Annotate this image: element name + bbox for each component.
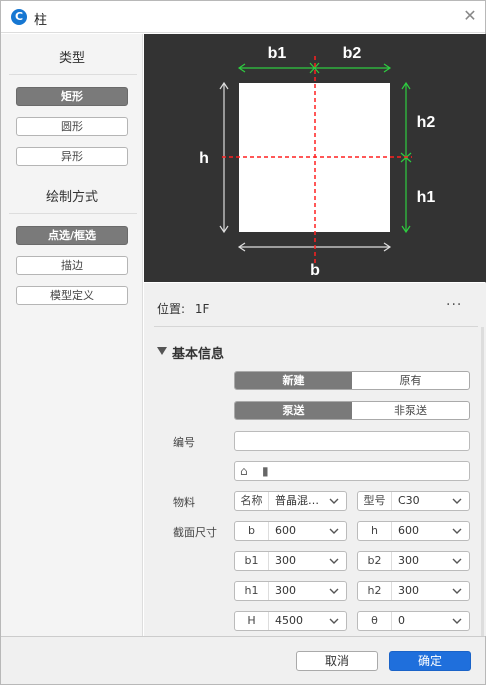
type-irregular-button[interactable]: 异形 [16, 147, 128, 166]
chevron-down-icon [452, 618, 462, 624]
dim-key: θ [358, 612, 392, 630]
dialog-footer: 取消 确定 [1, 636, 485, 684]
dim-key: b [235, 522, 269, 540]
dim-value: 300 [398, 584, 419, 597]
chevron-down-icon [452, 498, 462, 504]
dim-angle-select[interactable]: θ 0 [357, 611, 470, 631]
draw-trace-button[interactable]: 描边 [16, 256, 128, 275]
draw-model-button[interactable]: 模型定义 [16, 286, 128, 305]
dim-key: H [235, 612, 269, 630]
dim-value: 0 [398, 614, 405, 627]
title-bar: C 柱 ✕ [1, 1, 485, 33]
home-icon[interactable]: ⌂ [240, 464, 248, 478]
section-size-label: 截面尺寸 [173, 526, 217, 539]
divider [9, 213, 137, 214]
code-label: 编号 [173, 436, 195, 449]
position-label: 位置: [157, 302, 186, 316]
more-options-icon[interactable]: ··· [446, 297, 462, 313]
chevron-down-icon [329, 558, 339, 564]
dim-value: 300 [275, 584, 296, 597]
tool-icons-field: ⌂ ▮ [234, 461, 470, 481]
position-value: 1F [194, 302, 210, 316]
type-circle-button[interactable]: 圆形 [16, 117, 128, 136]
section-diagram: b1 b2 h2 h1 h b [199, 45, 436, 279]
paint-brush-icon[interactable]: ▮ [262, 464, 269, 478]
label-b2: b2 [343, 45, 362, 62]
model-value: C30 [398, 494, 420, 507]
chevron-down-icon [452, 588, 462, 594]
confirm-button[interactable]: 确定 [389, 651, 471, 671]
dim-key: h [358, 522, 392, 540]
properties-panel: 位置: 1F ··· 基本信息 新建 原有 泵送 非泵送 编号 ⌂ ▮ 物料 名… [144, 283, 486, 636]
pump-toggle: 泵送 非泵送 [234, 401, 470, 420]
collapse-triangle-icon[interactable] [157, 347, 167, 355]
type-heading: 类型 [58, 51, 85, 66]
dim-value: 600 [275, 524, 296, 537]
dim-b2-select[interactable]: b2 300 [357, 551, 470, 571]
app-logo-icon: C [11, 9, 27, 25]
type-rect-button[interactable]: 矩形 [16, 87, 128, 106]
chevron-down-icon [329, 588, 339, 594]
position-row: 位置: 1F [157, 300, 209, 317]
dim-value: 300 [398, 554, 419, 567]
scrollbar[interactable] [481, 327, 484, 636]
window-title: 柱 [34, 13, 48, 28]
basic-info-heading: 基本信息 [172, 347, 225, 362]
divider [154, 326, 478, 327]
chevron-down-icon [329, 528, 339, 534]
chevron-down-icon [329, 498, 339, 504]
option-non-pumped[interactable]: 非泵送 [352, 402, 469, 419]
dim-h2-select[interactable]: h2 300 [357, 581, 470, 601]
dim-value: 4500 [275, 614, 303, 627]
section-preview: b1 b2 h2 h1 h b [144, 34, 486, 282]
column-dialog: C 柱 ✕ 类型 矩形 圆形 异形 绘制方式 点选/框选 描边 模型定义 b1 … [0, 0, 486, 685]
material-model-select[interactable]: 型号 C30 [357, 491, 470, 511]
material-label: 物料 [173, 496, 195, 509]
close-icon[interactable]: ✕ [462, 7, 478, 25]
model-key: 型号 [358, 492, 392, 510]
dim-key: b2 [358, 552, 392, 570]
name-value: 普晶混… [275, 494, 319, 507]
divider [9, 74, 137, 75]
name-key: 名称 [235, 492, 269, 510]
chevron-down-icon [452, 528, 462, 534]
chevron-down-icon [452, 558, 462, 564]
dim-value: 600 [398, 524, 419, 537]
label-b: b [310, 262, 320, 279]
dim-h1-select[interactable]: h1 300 [234, 581, 347, 601]
dim-key: b1 [235, 552, 269, 570]
dim-b-select[interactable]: b 600 [234, 521, 347, 541]
label-b1: b1 [268, 45, 287, 62]
material-name-select[interactable]: 名称 普晶混… [234, 491, 347, 511]
option-existing[interactable]: 原有 [352, 372, 469, 389]
dim-b1-select[interactable]: b1 300 [234, 551, 347, 571]
code-input[interactable] [234, 431, 470, 451]
cancel-button[interactable]: 取消 [296, 651, 378, 671]
chevron-down-icon [329, 618, 339, 624]
draw-select-button[interactable]: 点选/框选 [16, 226, 128, 245]
option-new[interactable]: 新建 [235, 372, 352, 389]
label-h: h [199, 150, 209, 167]
option-pumped[interactable]: 泵送 [235, 402, 352, 419]
dim-value: 300 [275, 554, 296, 567]
dim-h-select[interactable]: h 600 [357, 521, 470, 541]
new-existing-toggle: 新建 原有 [234, 371, 470, 390]
dim-height-select[interactable]: H 4500 [234, 611, 347, 631]
label-h1: h1 [417, 189, 436, 206]
dim-key: h1 [235, 582, 269, 600]
draw-heading: 绘制方式 [45, 190, 98, 205]
left-panel: 类型 矩形 圆形 异形 绘制方式 点选/框选 描边 模型定义 [1, 34, 143, 636]
dim-key: h2 [358, 582, 392, 600]
label-h2: h2 [417, 114, 436, 131]
